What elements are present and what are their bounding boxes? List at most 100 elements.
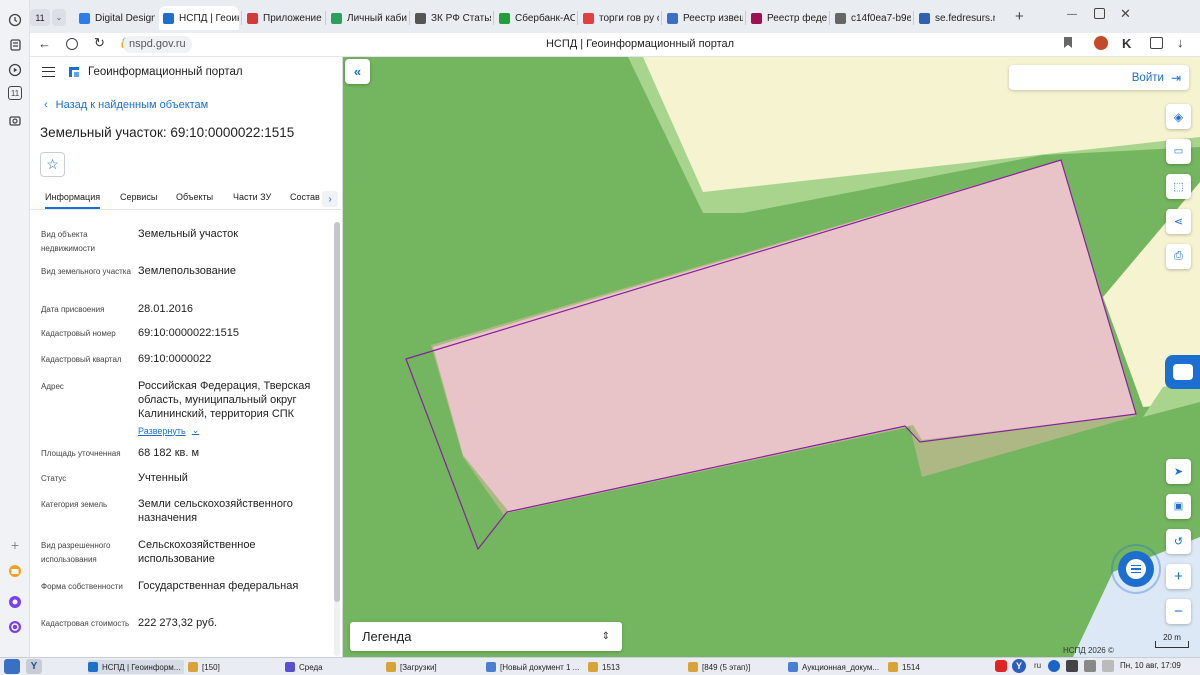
reload-icon[interactable]: ↻ bbox=[94, 35, 105, 51]
bookmark-icon[interactable] bbox=[1064, 37, 1072, 48]
taskbar-app-icon bbox=[285, 662, 295, 672]
taskbar-item[interactable]: [150] bbox=[188, 660, 284, 674]
alice-app-icon[interactable] bbox=[6, 618, 24, 636]
tab-favicon-icon bbox=[583, 12, 594, 24]
tab-item[interactable]: Объекты bbox=[176, 192, 213, 202]
tab-label: c14f0ea7-b9ea bbox=[851, 12, 911, 24]
minimize-button[interactable]: — bbox=[1067, 9, 1077, 20]
field-value: 69:10:0000022:1515 bbox=[138, 327, 239, 339]
field-value: Государственная федеральная bbox=[138, 580, 299, 592]
back-arrow-icon[interactable]: ← bbox=[38, 36, 51, 51]
profile-icon[interactable] bbox=[66, 38, 78, 50]
restore-button[interactable] bbox=[1094, 8, 1105, 19]
browser-tab[interactable]: Сбербанк-АСТ bbox=[495, 6, 575, 30]
taskbar-item[interactable]: [849 (5 этап)] bbox=[688, 660, 784, 674]
tray-yandex-icon[interactable]: Y bbox=[1012, 659, 1026, 673]
tab-label: Сбербанк-АСТ bbox=[515, 12, 575, 24]
extension-k-icon[interactable]: K bbox=[1122, 36, 1131, 51]
print-button[interactable]: ⎙ bbox=[1166, 244, 1191, 269]
panel-scrollbar[interactable] bbox=[334, 222, 340, 656]
share-button[interactable]: ⋖ bbox=[1166, 209, 1191, 234]
select-area-button[interactable]: ⬚ bbox=[1166, 174, 1191, 199]
rotate-button[interactable]: ↺ bbox=[1166, 529, 1191, 554]
login-button[interactable]: Войти ⇥ bbox=[1009, 65, 1189, 90]
expand-address-link[interactable]: Развернуть ⌄ bbox=[138, 425, 199, 436]
download-icon[interactable]: ↓ bbox=[1177, 35, 1184, 50]
tabs-scroll-right-button[interactable]: › bbox=[322, 191, 338, 207]
menu-icon[interactable] bbox=[42, 67, 55, 77]
map-view[interactable]: « Войти ⇥ ◈ ▭ ⬚ ⋖ ⎙ ➤ ▣ ↺ + − Легенда ⇕ … bbox=[343, 57, 1200, 657]
layers-button[interactable]: ◈ bbox=[1166, 104, 1191, 129]
browser-tab[interactable]: торги гов ру о bbox=[579, 6, 659, 30]
volume-icon[interactable] bbox=[1084, 660, 1096, 672]
hp-icon[interactable] bbox=[1048, 660, 1060, 672]
close-window-button[interactable]: ✕ bbox=[1120, 6, 1131, 22]
legend-dropdown[interactable]: Легенда ⇕ bbox=[350, 622, 622, 651]
chat-button[interactable] bbox=[1118, 551, 1154, 587]
browser-tab[interactable]: Digital Design bbox=[75, 6, 155, 30]
browser-tab[interactable]: Реестр извещ bbox=[663, 6, 743, 30]
scrollbar-thumb[interactable] bbox=[334, 222, 340, 602]
chevron-down-icon: ⌄ bbox=[191, 425, 200, 435]
url-field[interactable]: nspd.gov.ru bbox=[123, 36, 192, 53]
extension-icon[interactable] bbox=[1094, 36, 1108, 50]
tab-separator bbox=[577, 11, 578, 25]
tab-count: 11 bbox=[35, 12, 45, 23]
geolocation-button[interactable]: ➤ bbox=[1166, 459, 1191, 484]
tab-information[interactable]: Информация bbox=[45, 192, 101, 209]
history-icon[interactable] bbox=[6, 11, 24, 29]
taskbar-item[interactable]: [Новый документ 1 ... bbox=[486, 660, 582, 674]
tab-item[interactable]: Сервисы bbox=[120, 192, 157, 202]
battery-icon[interactable] bbox=[1102, 660, 1114, 672]
mail-app-icon[interactable] bbox=[6, 562, 24, 580]
messenger-app-icon[interactable] bbox=[6, 593, 24, 611]
taskbar-item[interactable]: Среда bbox=[285, 660, 381, 674]
browser-launcher-icon[interactable]: Y bbox=[26, 659, 42, 674]
browser-tab[interactable]: se.fedresurs.ru bbox=[915, 6, 995, 30]
tab-list-chevron-icon[interactable]: ⌄ bbox=[52, 9, 66, 26]
layers-icon: ◈ bbox=[1173, 109, 1184, 124]
login-label: Войти bbox=[1131, 71, 1164, 84]
collections-icon[interactable] bbox=[6, 36, 24, 54]
screenshot-icon[interactable] bbox=[1150, 37, 1163, 49]
taskbar-item[interactable]: 1513 bbox=[588, 660, 684, 674]
tab-item[interactable]: Состав bbox=[290, 192, 320, 202]
add-panel-icon[interactable]: + bbox=[6, 536, 24, 554]
calendar-icon[interactable]: 11 bbox=[8, 86, 22, 100]
zoom-out-button[interactable]: − bbox=[1166, 599, 1191, 624]
browser-tab[interactable]: c14f0ea7-b9ea bbox=[831, 6, 911, 30]
field-label: Категория земель bbox=[41, 500, 108, 509]
favorite-star-button[interactable]: ☆ bbox=[40, 152, 65, 177]
star-icon: ☆ bbox=[46, 156, 59, 172]
field-label: Кадастровая стоимость bbox=[41, 619, 130, 628]
browser-tab[interactable]: НСПД | Геоинф× bbox=[159, 6, 239, 30]
browser-tab[interactable]: Реестр федер bbox=[747, 6, 827, 30]
media-icon[interactable] bbox=[6, 61, 24, 79]
measure-button[interactable]: ▭ bbox=[1166, 139, 1191, 164]
tab-separator bbox=[661, 11, 662, 25]
tab-item[interactable]: Части ЗУ bbox=[233, 192, 271, 202]
collapse-panel-button[interactable]: « bbox=[345, 59, 370, 84]
tray-app-icon[interactable] bbox=[995, 660, 1007, 672]
back-to-results-link[interactable]: ‹ Назад к найденным объектам bbox=[44, 99, 208, 111]
feedback-tab[interactable] bbox=[1165, 355, 1200, 389]
taskbar-item[interactable]: Аукционная_докум... bbox=[788, 660, 884, 674]
taskbar-item[interactable]: 1514 bbox=[888, 660, 984, 674]
tab-counter[interactable]: 11 bbox=[30, 9, 50, 26]
map-canvas[interactable] bbox=[343, 57, 1200, 657]
keyboard-layout[interactable]: ru bbox=[1034, 661, 1041, 670]
zoom-in-button[interactable]: + bbox=[1166, 564, 1191, 589]
new-tab-button[interactable]: + bbox=[1015, 8, 1024, 25]
start-menu-button[interactable] bbox=[4, 659, 20, 674]
taskbar-item[interactable]: НСПД | Геоинформ... bbox=[88, 660, 184, 674]
field-value: Российская Федерация, Тверская область, … bbox=[138, 380, 311, 420]
taskbar-item[interactable]: [Загрузки] bbox=[386, 660, 482, 674]
expand-link-text: Развернуть bbox=[138, 425, 186, 436]
browser-tab[interactable]: Приложение bbox=[243, 6, 323, 30]
browser-tab[interactable]: ЗК РФ Статья bbox=[411, 6, 491, 30]
network-icon[interactable] bbox=[1066, 660, 1078, 672]
browser-tab[interactable]: Личный кабин bbox=[327, 6, 407, 30]
camera-icon[interactable] bbox=[6, 111, 24, 129]
taskbar-item-label: Среда bbox=[299, 662, 323, 672]
minimap-button[interactable]: ▣ bbox=[1166, 494, 1191, 519]
